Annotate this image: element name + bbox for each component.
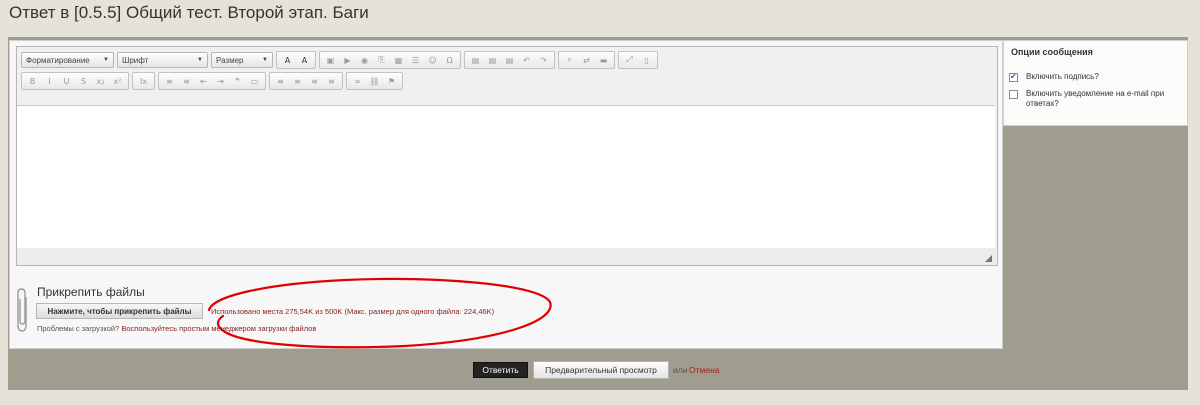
- subscript-icon[interactable]: x₂: [92, 74, 109, 88]
- size-dropdown[interactable]: Размер ▼: [211, 52, 273, 68]
- toolbar-group: ⤢ ▯: [618, 51, 658, 69]
- chevron-down-icon: ▼: [197, 57, 203, 63]
- paste-icon[interactable]: ▤: [467, 53, 484, 67]
- toolbar-group: ∞ ⛓ ⚑: [346, 72, 403, 90]
- undo-icon[interactable]: ↶: [518, 53, 535, 67]
- anchor-icon[interactable]: ⚑: [383, 74, 400, 88]
- size-dropdown-label: Размер: [216, 55, 244, 65]
- redo-icon[interactable]: ↷: [535, 53, 552, 67]
- editor-content-area[interactable]: [17, 105, 995, 249]
- image-icon[interactable]: ▣: [322, 53, 339, 67]
- smiley-icon[interactable]: ☺: [424, 53, 441, 67]
- remove-format-icon[interactable]: Ix: [135, 74, 152, 88]
- flash-icon[interactable]: ▶: [339, 53, 356, 67]
- maximize-icon[interactable]: ⤢: [621, 53, 638, 67]
- or-text: или: [673, 365, 688, 375]
- hr-icon[interactable]: ☰: [407, 53, 424, 67]
- email-notify-checkbox[interactable]: [1009, 90, 1018, 99]
- upload-problems-text: Проблемы с загрузкой?: [37, 324, 120, 333]
- justify-icon[interactable]: ≡: [323, 74, 340, 88]
- toolbar-group: ≡ ≡ ≡ ≡: [269, 72, 343, 90]
- bold-icon[interactable]: B: [24, 74, 41, 88]
- align-right-icon[interactable]: ≡: [306, 74, 323, 88]
- editor-statusbar: [17, 248, 995, 265]
- bg-color-icon[interactable]: A: [296, 53, 313, 67]
- link-icon[interactable]: ⎘: [373, 53, 390, 67]
- media-icon[interactable]: ◉: [356, 53, 373, 67]
- paste-text-icon[interactable]: ▤: [484, 53, 501, 67]
- email-notify-label: Включить уведомление на e-mail при ответ…: [1026, 89, 1165, 108]
- font-dropdown[interactable]: Шрифт ▼: [117, 52, 208, 68]
- toolbar-group: B I U Sx₂ x²: [21, 72, 129, 90]
- bullet-list-icon[interactable]: ≡: [178, 74, 195, 88]
- message-options-panel: Опции сообщения Включить подпись? Включи…: [1003, 40, 1188, 126]
- upload-problems-row: Проблемы с загрузкой? Воспользуйтесь про…: [37, 324, 316, 333]
- italic-icon[interactable]: I: [41, 74, 58, 88]
- option-signature[interactable]: Включить подпись?: [1009, 71, 1176, 83]
- toolbar-group: ▣ ▶ ◉ ⎘ ▦ ☰ ☺ Ω: [319, 51, 461, 69]
- replace-icon[interactable]: ⇄: [578, 53, 595, 67]
- link-icon[interactable]: ∞: [349, 74, 366, 88]
- format-dropdown-label: Форматирование: [26, 55, 90, 65]
- show-blocks-icon[interactable]: ▯: [638, 53, 655, 67]
- page-title: Ответ в [0.5.5] Общий тест. Второй этап.…: [9, 3, 369, 22]
- format-dropdown[interactable]: Форматирование ▼: [21, 52, 114, 68]
- superscript-icon[interactable]: x²: [109, 74, 126, 88]
- toolbar-row-2: B I U Sx₂ x² Ix ≡ ≡ ⇤ ⇥ ❞ ▭ ≡ ≡ ≡ ≡ ∞ ⛓ ⚑: [21, 72, 403, 90]
- toolbar-group: ⌕ ⇄ ▬: [558, 51, 615, 69]
- chevron-down-icon: ▼: [262, 57, 268, 63]
- preview-button[interactable]: Предварительный просмотр: [533, 361, 669, 379]
- blockquote-icon[interactable]: ❞: [229, 74, 246, 88]
- numbered-list-icon[interactable]: ≡: [161, 74, 178, 88]
- underline-icon[interactable]: U: [58, 74, 75, 88]
- strike-icon[interactable]: S: [75, 74, 92, 88]
- chevron-down-icon: ▼: [103, 57, 109, 63]
- toolbar-row-1: Форматирование ▼ Шрифт ▼ Размер ▼ A A ▣ ▶ ◉ ⎘…: [21, 51, 658, 69]
- unlink-icon[interactable]: ⛓: [366, 74, 383, 88]
- quota-text: Использовано места 275,54K из 500K (Макс…: [211, 307, 495, 316]
- toolbar-group: AA: [276, 51, 316, 69]
- signature-label: Включить подпись?: [1026, 72, 1099, 81]
- text-color-icon[interactable]: A: [279, 53, 296, 67]
- special-char-icon[interactable]: Ω: [441, 53, 458, 67]
- indent-icon[interactable]: ⇥: [212, 74, 229, 88]
- align-center-icon[interactable]: ≡: [289, 74, 306, 88]
- simple-uploader-link[interactable]: Воспользуйтесь простым менеджером загруз…: [121, 324, 316, 333]
- paste-word-icon[interactable]: ▤: [501, 53, 518, 67]
- reply-button[interactable]: Ответить: [473, 362, 528, 378]
- options-title: Опции сообщения: [1011, 47, 1093, 57]
- create-div-icon[interactable]: ▭: [246, 74, 263, 88]
- select-all-icon[interactable]: ▬: [595, 53, 612, 67]
- rich-text-editor: Форматирование ▼ Шрифт ▼ Размер ▼ A A ▣ ▶ ◉ ⎘…: [16, 46, 998, 266]
- toolbar-group: Ix: [132, 72, 155, 90]
- toolbar-group: ▤ ▤ ▤ ↶ ↷: [464, 51, 555, 69]
- cancel-link[interactable]: Отмена: [689, 365, 720, 375]
- find-icon[interactable]: ⌕: [561, 53, 578, 67]
- paperclip-icon: [17, 288, 27, 332]
- table-icon[interactable]: ▦: [390, 53, 407, 67]
- outdent-icon[interactable]: ⇤: [195, 74, 212, 88]
- attach-files-title: Прикрепить файлы: [37, 285, 145, 299]
- font-dropdown-label: Шрифт: [122, 55, 149, 65]
- toolbar-group: ≡ ≡ ⇤ ⇥ ❞ ▭: [158, 72, 266, 90]
- align-left-icon[interactable]: ≡: [272, 74, 289, 88]
- resize-handle-icon[interactable]: [985, 255, 992, 262]
- attach-files-button[interactable]: Нажмите, чтобы прикрепить файлы: [36, 303, 203, 319]
- signature-checkbox[interactable]: [1009, 71, 1018, 83]
- option-email-notify[interactable]: Включить уведомление на e-mail при ответ…: [1009, 89, 1176, 109]
